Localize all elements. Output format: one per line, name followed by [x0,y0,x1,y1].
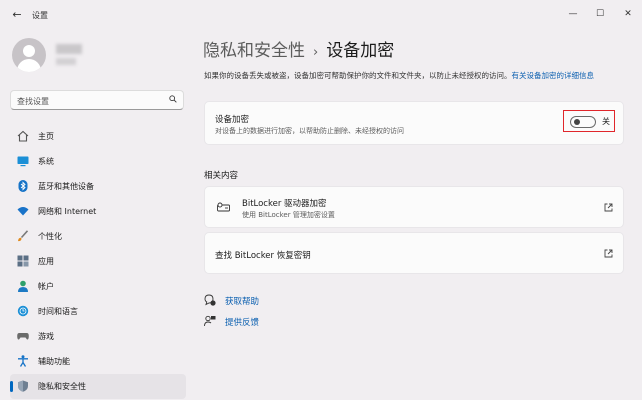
page-title: 设备加密 [326,41,395,61]
sidebar-item-label: 应用 [38,257,54,266]
sidebar-item-home[interactable]: 主页 [10,124,186,149]
avatar [12,38,46,72]
highlight-box: 关 [563,110,615,132]
search-placeholder: 查找设置 [17,97,49,106]
card-title: 设备加密 [215,115,250,125]
toggle-state-label: 关 [602,117,610,126]
title-bar: ← 设置 — ☐ ✕ [0,0,642,32]
monitor-icon [17,156,29,167]
account-icon [18,280,28,292]
sidebar-item-label: 网络和 Internet [38,207,97,216]
globe-clock-icon [17,305,29,317]
sidebar-nav: 主页 系统 蓝牙和其他设备 网络和 Internet 个性化 应用 帐户 时间和… [10,124,186,399]
sidebar-item-apps[interactable]: 应用 [10,249,186,274]
help-icon [204,294,216,306]
app-title: 设置 [32,11,48,20]
search-input[interactable]: 查找设置 [10,90,184,110]
sidebar-item-accounts[interactable]: 帐户 [10,274,186,299]
link-title: BitLocker 驱动器加密 [242,199,327,209]
breadcrumb-parent[interactable]: 隐私和安全性 [203,41,305,61]
breadcrumb: 隐私和安全性 › 设备加密 [203,36,394,61]
wifi-icon [17,207,29,216]
find-bitlocker-recovery-key-link[interactable]: 查找 BitLocker 恢复密钥 [204,232,624,274]
sidebar-item-bluetooth[interactable]: 蓝牙和其他设备 [10,174,186,199]
link-title: 查找 BitLocker 恢复密钥 [215,251,311,261]
user-email-blurred [56,58,76,65]
feedback-link[interactable]: 提供反馈 [225,316,259,328]
card-subtitle: 对设备上的数据进行加密，以帮助防止删除、未经授权的访问 [215,127,404,135]
bitlocker-key-icon [217,202,230,212]
link-subtitle: 使用 BitLocker 管理加密设置 [242,211,335,219]
sidebar-item-label: 帐户 [38,282,54,291]
bitlocker-drive-encryption-link[interactable]: BitLocker 驱动器加密 使用 BitLocker 管理加密设置 [204,186,624,228]
home-icon [17,130,29,142]
get-help-link[interactable]: 获取帮助 [225,295,259,307]
sidebar-item-privacy-security[interactable]: 隐私和安全性 [10,374,186,399]
brush-icon [18,230,29,242]
sidebar-item-personalization[interactable]: 个性化 [10,224,186,249]
apps-icon [17,255,29,267]
sidebar-item-label: 游戏 [38,332,54,341]
close-icon[interactable]: ✕ [620,6,636,22]
shield-icon [18,380,28,392]
back-arrow-icon[interactable]: ← [10,8,24,22]
external-link-icon [604,203,613,212]
sidebar-item-label: 辅助功能 [38,357,70,366]
device-encryption-toggle[interactable] [570,116,596,128]
external-link-icon [604,249,613,258]
sidebar-item-label: 系统 [38,157,54,166]
sidebar-item-label: 蓝牙和其他设备 [38,182,94,191]
sidebar-item-label: 时间和语言 [38,307,78,316]
sidebar-item-label: 隐私和安全性 [38,382,86,391]
search-icon [169,95,177,103]
sidebar-item-accessibility[interactable]: 辅助功能 [10,349,186,374]
page-description: 如果你的设备丢失或被盗，设备加密可帮助保护你的文件和文件夹，以防止未经授权的访问… [204,69,624,82]
minimize-icon[interactable]: — [565,6,581,22]
related-section-title: 相关内容 [204,171,239,181]
user-name-blurred [56,44,82,54]
learn-more-link[interactable]: 有关设备加密的详细信息 [512,71,595,80]
bluetooth-icon [18,180,28,192]
gamepad-icon [17,333,29,340]
accessibility-icon [18,355,28,367]
sidebar-item-label: 主页 [38,132,54,141]
device-encryption-card: 设备加密 对设备上的数据进行加密，以帮助防止删除、未经授权的访问 关 [204,101,624,145]
feedback-icon [204,315,216,327]
maximize-icon[interactable]: ☐ [592,6,608,22]
sidebar-item-system[interactable]: 系统 [10,149,186,174]
sidebar-item-time-language[interactable]: 时间和语言 [10,299,186,324]
sidebar-item-label: 个性化 [38,232,62,241]
selected-indicator [10,381,13,392]
description-text: 如果你的设备丢失或被盗，设备加密可帮助保护你的文件和文件夹，以防止未经授权的访问… [204,71,512,80]
sidebar-item-gaming[interactable]: 游戏 [10,324,186,349]
sidebar-item-network[interactable]: 网络和 Internet [10,199,186,224]
breadcrumb-separator: › [313,45,319,60]
toggle-knob [574,119,580,125]
